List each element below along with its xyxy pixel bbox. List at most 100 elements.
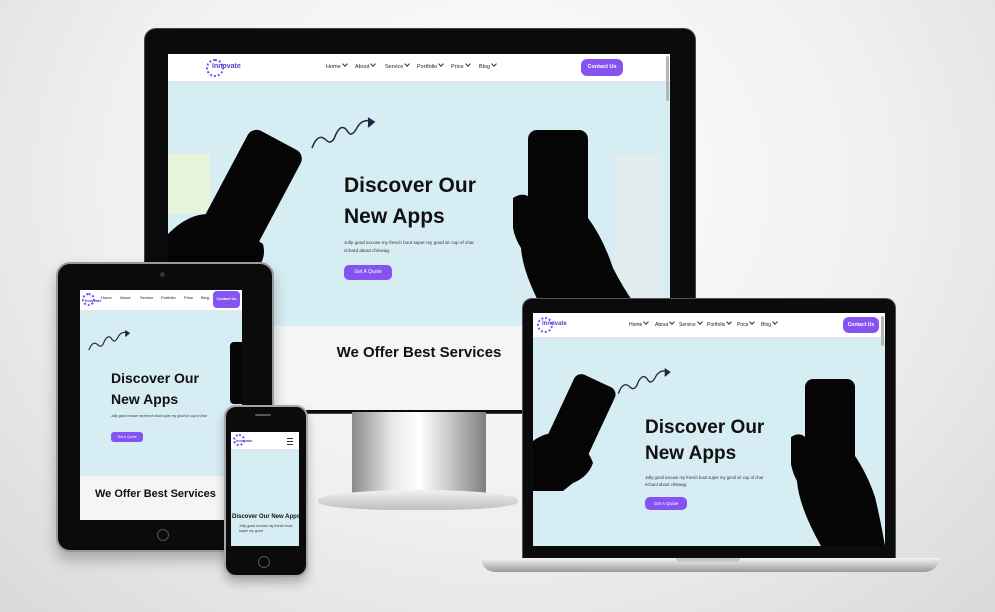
nav-service[interactable]: Service [385,61,411,70]
nav-label: Portfolio [417,64,438,70]
nav-blog[interactable]: Blog [761,319,778,328]
logo[interactable]: Innovate [537,316,571,334]
nav-label: Blog [201,295,210,300]
nav-label: About [120,295,131,300]
scrollbar[interactable] [881,316,884,346]
monitor-neck [352,412,486,494]
chevron-down-icon [749,319,756,325]
nav-label: Service [140,295,154,300]
hand-holding-phone-right [791,379,885,546]
nav-home[interactable]: Home [629,319,650,328]
hero-text-line1: Jolly good excuse my french boot super m… [645,475,764,480]
phone-screen: Innovate Discover Our New Apps Jolly goo… [231,432,299,546]
nav-portfolio[interactable]: Portfolio [707,319,733,328]
nav-portfolio[interactable]: Portfolio [161,295,176,300]
hero-text-line1: Jolly good excuse my french boot super m… [111,414,207,418]
logo-text: Innovate [542,321,567,327]
monitor-base [318,490,518,510]
chevron-down-icon [669,319,675,325]
chevron-down-icon [341,61,348,67]
logo[interactable]: Innovate [82,293,102,307]
phone-navbar: Innovate [231,432,299,450]
nav-price[interactable]: Price [184,295,193,300]
hero-text-line1: Jolly good excuse my french boot super m… [344,240,474,245]
hero-title-line2: New Apps [645,443,737,464]
desktop-navbar: Innovate Home About Service Portfolio Pr… [168,54,670,82]
nav-about[interactable]: About [120,295,130,300]
arrow-doodle-icon [311,117,376,149]
logo-text: Innovate [85,298,102,303]
hero-title-line1: Discover Our [645,417,765,438]
hero-title: Discover Our New Apps [232,514,299,520]
nav-label: About [655,322,669,328]
hero-text-line2: richard about chinwag. [344,248,391,253]
hero-text-line2: richard about chinwag. [645,482,688,487]
nav-service[interactable]: Service [140,295,153,300]
chevron-down-icon [438,61,445,67]
menu-icon[interactable] [287,438,293,445]
nav-label: Blog [761,322,772,328]
nav-label: Service [385,64,404,70]
get-a-quote-button[interactable]: Get A Quote [645,497,687,510]
nav-label: Home [629,322,643,328]
laptop-screen: Innovate Home About Service Portfolio Pr… [533,313,885,546]
arrow-doodle-icon [88,330,131,351]
arrow-doodle-icon [617,368,671,394]
services-section: We Offer Best Services [80,476,242,520]
nav-label: Home [101,295,112,300]
nav-label: Home [326,64,341,70]
hero-text: Jolly good excuse my french boot super m… [239,524,293,533]
tablet-camera [160,272,165,277]
nav-label: About [355,64,370,70]
nav-about[interactable]: About [355,61,377,70]
nav-home[interactable]: Home [101,295,112,300]
chevron-down-icon [696,319,703,325]
logo[interactable]: Innovate [206,58,246,78]
hand-holding-phone-left [533,374,616,491]
nav-label: Portfolio [707,322,726,328]
nav-label: Price [737,322,749,328]
services-title: We Offer Best Services [95,488,216,500]
nav-about[interactable]: About [655,319,675,328]
tablet-screen: Innovate Home About Service Portfolio Pr… [80,290,242,520]
logo-text: Innovate [236,438,253,443]
nav-label: Service [679,322,696,328]
hero-title-line1: Discover Our [344,174,476,197]
get-a-quote-button[interactable]: Get A Quote [111,432,143,442]
nav-label: Price [451,64,464,70]
contact-us-button[interactable]: Contact Us [843,317,879,333]
contact-us-button[interactable]: Contact Us [581,59,623,76]
nav-price[interactable]: Price [737,319,756,328]
nav-blog[interactable]: Blog [201,295,209,300]
chevron-down-icon [491,61,497,67]
nav-service[interactable]: Service [679,319,703,328]
get-a-quote-button[interactable]: Get A Quote [344,265,392,280]
contact-us-button[interactable]: Contact Us [213,291,240,308]
scrollbar[interactable] [666,56,669,101]
chevron-down-icon [726,319,733,325]
nav-label: Blog [479,64,491,70]
nav-portfolio[interactable]: Portfolio [417,61,445,70]
logo[interactable]: Innovate [233,434,257,447]
nav-price[interactable]: Price [451,61,471,70]
laptop-navbar: Innovate Home About Service Portfolio Pr… [533,313,885,338]
phone-home-button[interactable] [258,556,270,568]
tablet-home-button[interactable] [157,529,169,541]
phone-silhouette [230,342,242,404]
phone-speaker [255,414,271,416]
nav-blog[interactable]: Blog [479,61,497,70]
hero-title-line2: New Apps [111,391,179,407]
hero-title-line2: New Apps [344,205,445,228]
chevron-down-icon [464,61,471,67]
logo-text: Innovate [212,63,241,70]
hero-title-line1: Discover Our [111,370,199,386]
tablet-navbar: Innovate Home About Service Portfolio Pr… [80,290,242,311]
chevron-down-icon [772,319,778,325]
nav-label: Price [184,295,194,300]
chevron-down-icon [643,319,650,325]
nav-home[interactable]: Home [326,61,348,70]
chevron-down-icon [404,61,411,67]
nav-label: Portfolio [161,295,176,300]
chevron-down-icon [370,61,377,67]
laptop-notch [676,558,740,562]
